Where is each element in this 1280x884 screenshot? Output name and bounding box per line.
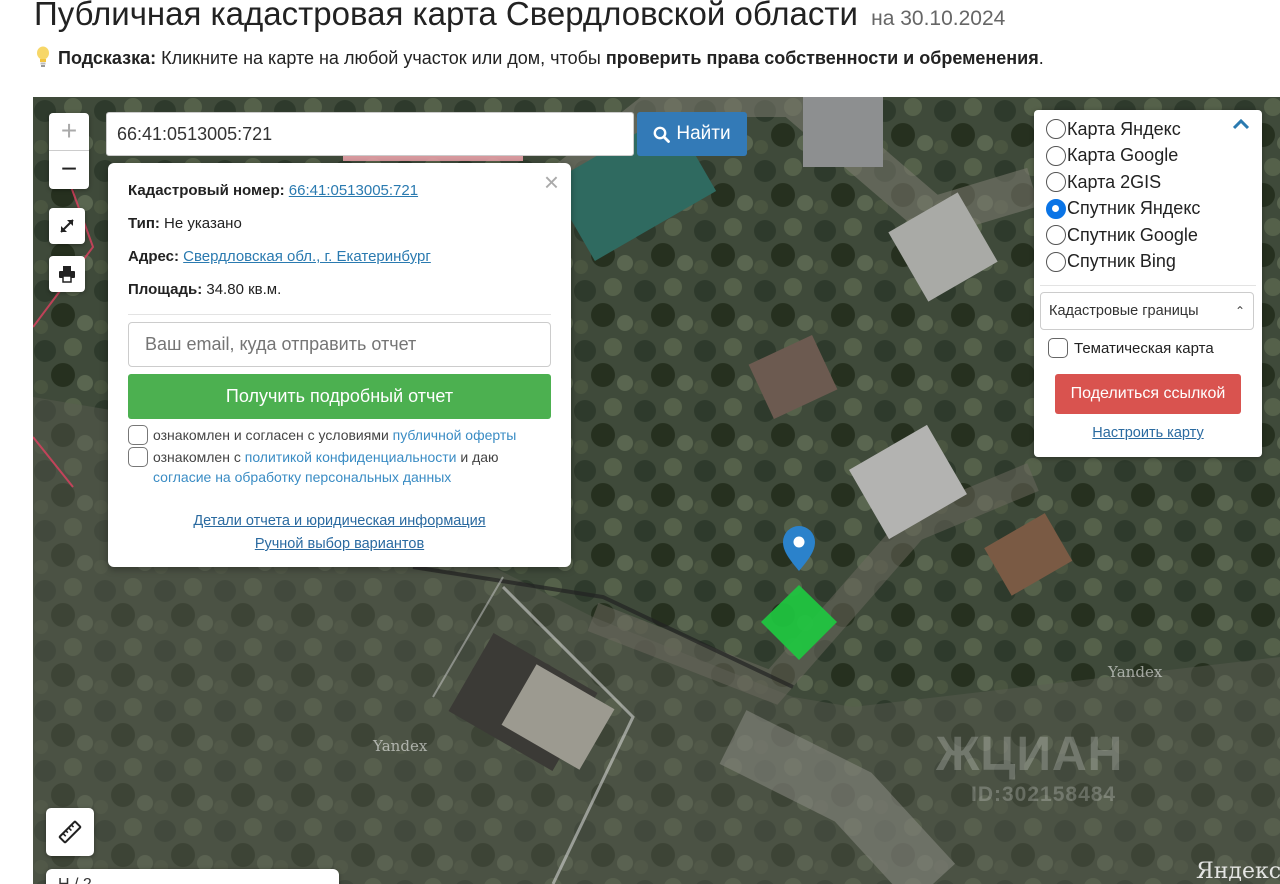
radio-button[interactable]	[1046, 119, 1066, 140]
chevron-up-icon[interactable]	[1232, 118, 1250, 130]
ruler-icon	[58, 820, 82, 844]
details-link[interactable]: Детали отчета и юридическая информация	[193, 513, 485, 529]
privacy-agreement-row: ознакомлен с политикой конфиденциальност…	[128, 447, 551, 487]
cadastral-search-input[interactable]	[106, 112, 634, 156]
map[interactable]: Yandex Yandex Яндекс ЖЦИАН ID:302158484 …	[33, 97, 1280, 884]
search-button-label: Найти	[676, 123, 731, 144]
print-icon	[59, 266, 75, 283]
offer-agreement-row: ознакомлен и согласен с условиями публич…	[128, 425, 551, 445]
cian-id-watermark: ID:302158484	[971, 783, 1117, 806]
area-label: Площадь:	[128, 281, 203, 298]
print-button[interactable]	[49, 256, 85, 292]
thematic-label: Тематическая карта	[1074, 339, 1214, 357]
close-icon[interactable]: ×	[544, 169, 559, 195]
configure-map-link[interactable]: Настроить карту	[1092, 425, 1203, 441]
yandex-watermark-2: Yandex	[1108, 663, 1163, 681]
layer-list: Карта Яндекс Карта Google Карта 2GIS Спутни…	[1046, 116, 1262, 275]
cadastral-layer-select[interactable]: Кадастровые границы ⌃	[1040, 292, 1254, 330]
radio-button[interactable]	[1046, 251, 1066, 272]
privacy-text: ознакомлен с	[153, 449, 241, 465]
radio-button[interactable]	[1046, 145, 1066, 166]
radio-button[interactable]	[1046, 172, 1066, 193]
fullscreen-icon	[60, 219, 74, 233]
manual-selection-link[interactable]: Ручной выбор вариантов	[255, 536, 424, 552]
layer-option-label: Спутник Яндекс	[1067, 198, 1201, 219]
radio-button[interactable]	[1046, 198, 1066, 219]
cadastral-link[interactable]: 66:41:0513005:721	[289, 182, 418, 199]
offer-text: ознакомлен и согласен с условиями	[153, 427, 389, 443]
thematic-map-row[interactable]: Тематическая карта	[1048, 338, 1262, 358]
layer-option[interactable]: Спутник Google	[1046, 222, 1262, 249]
yandex-logo: Яндекс	[1196, 859, 1280, 884]
select-arrows-icon: ⌃	[1234, 304, 1245, 318]
bottom-panel[interactable]: Н / 2	[46, 869, 339, 884]
layer-option[interactable]: Карта Яндекс	[1046, 116, 1262, 143]
zoom-in-button[interactable]: +	[49, 113, 89, 151]
offer-checkbox[interactable]	[128, 425, 148, 445]
layer-option[interactable]: Спутник Яндекс	[1046, 196, 1262, 223]
details-link-row: Детали отчета и юридическая информация	[108, 513, 571, 529]
consent-link[interactable]: согласие на обработку персональных данны…	[153, 469, 451, 485]
zoom-out-button[interactable]: −	[49, 151, 89, 189]
zoom-control: + −	[49, 113, 89, 189]
configure-map-row: Настроить карту	[1034, 425, 1262, 441]
search-button[interactable]: Найти	[637, 112, 747, 156]
privacy-text-2: и даю	[460, 449, 499, 465]
hint-label: Подсказка:	[58, 48, 157, 68]
email-field[interactable]	[128, 322, 551, 367]
divider	[128, 314, 551, 315]
radio-button[interactable]	[1046, 225, 1066, 246]
divider	[1040, 285, 1256, 286]
privacy-checkbox[interactable]	[128, 447, 148, 467]
layer-option[interactable]: Карта 2GIS	[1046, 169, 1262, 196]
layer-option-label: Карта Google	[1067, 145, 1179, 166]
layer-option-label: Карта 2GIS	[1067, 171, 1162, 192]
parcel-info-popup: × Кадастровый номер: 66:41:0513005:721 Т…	[108, 163, 571, 567]
layer-option-label: Карта Яндекс	[1067, 118, 1181, 139]
get-report-button[interactable]: Получить подробный отчет	[128, 374, 551, 419]
type-label: Тип:	[128, 215, 160, 232]
fullscreen-button[interactable]	[49, 208, 85, 244]
hint: Подсказка: Кликните на карте на любой уч…	[36, 46, 1044, 70]
area-row: Площадь: 34.80 кв.м.	[128, 280, 551, 313]
layers-panel: Карта Яндекс Карта Google Карта 2GIS Спутни…	[1034, 110, 1262, 457]
lightbulb-icon	[37, 46, 49, 67]
address-label: Адрес:	[128, 248, 179, 265]
privacy-link[interactable]: политикой конфиденциальности	[245, 449, 457, 465]
hint-text: Кликните на карте на любой участок или д…	[161, 48, 601, 68]
thematic-checkbox[interactable]	[1048, 338, 1068, 358]
cadastral-row: Кадастровый номер: 66:41:0513005:721	[128, 181, 551, 214]
cian-watermark: ЖЦИАН	[936, 728, 1124, 781]
page-title: Публичная кадастровая карта Свердловской…	[34, 0, 1005, 41]
title-text: Публичная кадастровая карта Свердловской…	[34, 0, 858, 32]
yandex-watermark: Yandex	[373, 737, 428, 755]
area-value: 34.80 кв.м.	[206, 281, 282, 298]
type-row: Тип: Не указано	[128, 214, 551, 247]
title-date: на 30.10.2024	[871, 7, 1006, 30]
ruler-button[interactable]	[46, 808, 94, 856]
layer-option[interactable]: Карта Google	[1046, 143, 1262, 170]
offer-link[interactable]: публичной оферты	[393, 427, 517, 443]
search-icon	[653, 126, 671, 143]
address-link[interactable]: Свердловская обл., г. Екатеринбург	[183, 248, 431, 265]
address-row: Адрес: Свердловская обл., г. Екатеринбур…	[128, 247, 551, 280]
manual-link-row: Ручной выбор вариантов	[108, 536, 571, 552]
layer-option-label: Спутник Google	[1067, 224, 1198, 245]
hint-end: .	[1038, 48, 1044, 68]
layer-option[interactable]: Спутник Bing	[1046, 249, 1262, 276]
type-value: Не указано	[164, 215, 242, 232]
cadastral-label: Кадастровый номер:	[128, 182, 285, 199]
layer-option-label: Спутник Bing	[1067, 251, 1176, 272]
share-link-button[interactable]: Поделиться ссылкой	[1055, 374, 1241, 414]
select-value: Кадастровые границы	[1049, 303, 1199, 319]
hint-bold: проверить права собственности и обремене…	[605, 48, 1039, 68]
